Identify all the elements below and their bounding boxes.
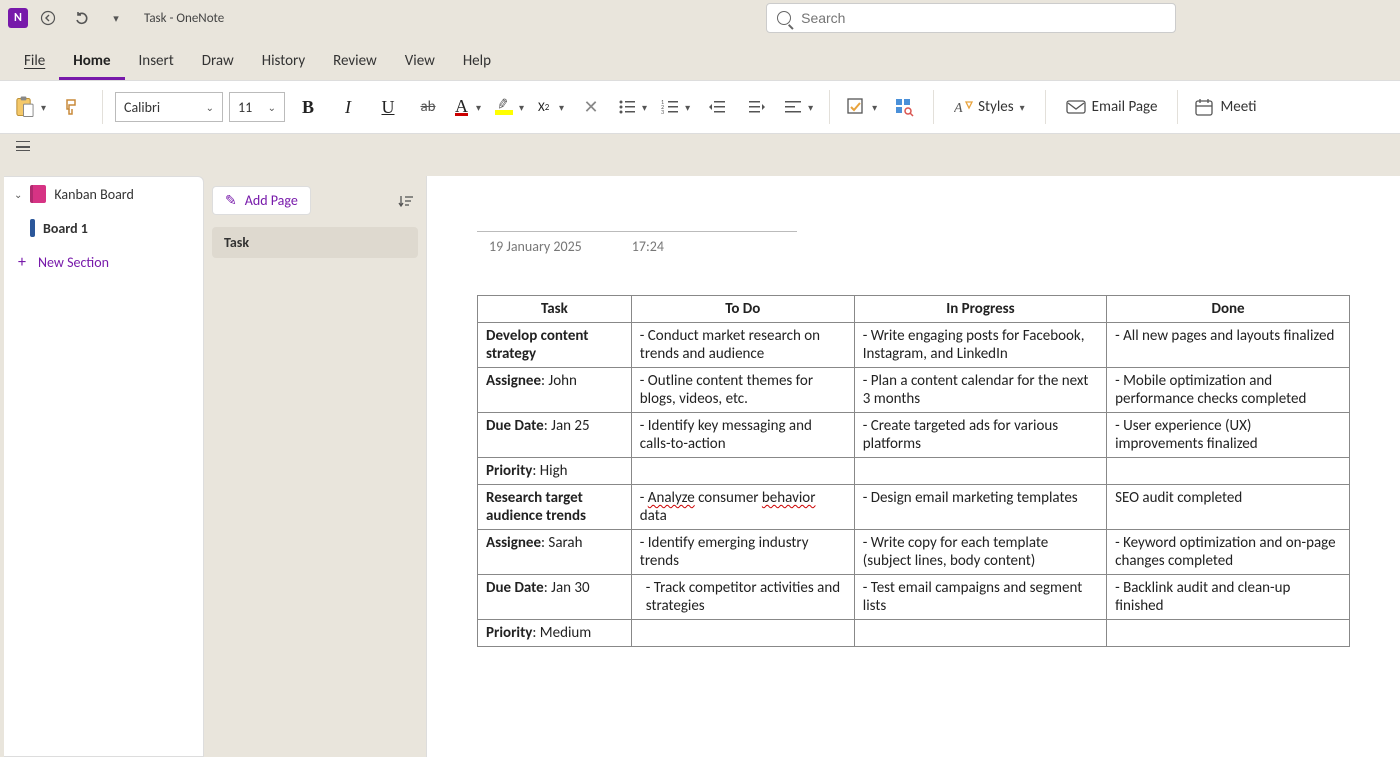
styles-label: Styles [978, 98, 1013, 116]
subscript-button[interactable]: X2▾ [534, 90, 568, 124]
note-canvas[interactable]: 19 January 2025 17:24 Task To Do In Prog… [426, 176, 1400, 757]
font-size-combo[interactable]: 11⌄ [229, 92, 285, 122]
undo-button[interactable] [68, 4, 96, 32]
tab-history[interactable]: History [248, 42, 319, 80]
tag-button[interactable]: ▾ [842, 90, 881, 124]
align-button[interactable]: ▾ [780, 90, 817, 124]
plus-icon: + [14, 253, 30, 272]
ribbon-divider [102, 90, 103, 124]
title-bar: ▾ Task - OneNote [0, 0, 1400, 36]
tab-view[interactable]: View [391, 42, 449, 80]
page-list: ✎ Add Page Task [204, 176, 426, 757]
search-icon [777, 11, 791, 25]
indent-button[interactable] [740, 90, 774, 124]
table-row[interactable]: Due Date: Jan 25 - Identify key messagin… [478, 413, 1350, 458]
svg-text:A: A [954, 101, 963, 116]
section-name: Board 1 [43, 220, 88, 237]
styles-button[interactable]: A Styles▾ [946, 90, 1033, 124]
table-row[interactable]: Research target audience trends - Analyz… [478, 485, 1350, 530]
page-meta: 19 January 2025 17:24 [477, 238, 1350, 255]
italic-button[interactable]: I [331, 90, 365, 124]
page-title-input[interactable] [477, 206, 797, 232]
col-header-done[interactable]: Done [1107, 296, 1350, 323]
col-header-todo[interactable]: To Do [631, 296, 854, 323]
kanban-table[interactable]: Task To Do In Progress Done Develop cont… [477, 295, 1350, 647]
underline-button[interactable]: U [371, 90, 405, 124]
page-time: 17:24 [632, 238, 664, 255]
section-item[interactable]: Board 1 [4, 211, 203, 245]
clear-formatting-button[interactable]: ✕ [574, 90, 608, 124]
notebook-nav: ⌄ Kanban Board Board 1 + New Section [4, 176, 204, 757]
svg-text:3: 3 [661, 108, 664, 115]
highlight-button[interactable]: ▾ [491, 90, 528, 124]
table-row[interactable]: Assignee: John - Outline content themes … [478, 368, 1350, 413]
table-header-row: Task To Do In Progress Done [478, 296, 1350, 323]
sort-pages-button[interactable] [394, 189, 418, 213]
section-color-bar [30, 219, 35, 237]
font-size-value: 11 [238, 99, 252, 116]
tab-file[interactable]: File [10, 42, 59, 80]
font-color-button[interactable]: A▾ [451, 90, 485, 124]
font-name-combo[interactable]: Calibri⌄ [115, 92, 223, 122]
ribbon: ▾ Calibri⌄ 11⌄ B I U ab A▾ ▾ X2▾ ✕ ▾ 123… [0, 80, 1400, 134]
paste-button[interactable]: ▾ [10, 90, 50, 124]
nav-pane-toggle[interactable] [6, 136, 40, 156]
ribbon-divider [829, 90, 830, 124]
table-row[interactable]: Due Date: Jan 30 - Track competitor acti… [478, 575, 1350, 620]
body: ⌄ Kanban Board Board 1 + New Section ✎ A… [0, 158, 1400, 757]
chevron-down-icon: ⌄ [14, 188, 22, 201]
new-section-button[interactable]: + New Section [4, 245, 203, 280]
add-page-icon: ✎ [225, 192, 237, 209]
col-header-inprogress[interactable]: In Progress [854, 296, 1106, 323]
table-row[interactable]: Priority: Medium [478, 620, 1350, 647]
page-item[interactable]: Task [212, 227, 418, 258]
meeting-button[interactable]: Meeti [1190, 90, 1260, 124]
numbered-list-button[interactable]: 123▾ [657, 90, 694, 124]
add-page-label: Add Page [245, 192, 298, 209]
format-painter-button[interactable] [56, 90, 90, 124]
search-input[interactable] [799, 9, 1165, 27]
meeting-label: Meeti [1220, 98, 1256, 116]
back-button[interactable] [34, 4, 62, 32]
table-row[interactable]: Priority: High [478, 458, 1350, 485]
notebook-icon [30, 185, 46, 203]
table-row[interactable]: Assignee: Sarah - Identify emerging indu… [478, 530, 1350, 575]
tab-review[interactable]: Review [319, 42, 391, 80]
outdent-button[interactable] [700, 90, 734, 124]
bullet-list-button[interactable]: ▾ [614, 90, 651, 124]
tab-draw[interactable]: Draw [188, 42, 248, 80]
tab-help[interactable]: Help [449, 42, 505, 80]
new-section-label: New Section [38, 254, 109, 271]
notebook-name: Kanban Board [54, 186, 133, 203]
onenote-app-icon [8, 8, 28, 28]
col-header-task[interactable]: Task [478, 296, 632, 323]
ribbon-divider [933, 90, 934, 124]
page-date: 19 January 2025 [489, 238, 582, 255]
hamburger-icon [16, 141, 30, 151]
email-page-label: Email Page [1092, 98, 1158, 116]
table-row[interactable]: Develop content strategy - Conduct marke… [478, 323, 1350, 368]
strikethrough-button[interactable]: ab [411, 90, 445, 124]
add-page-button[interactable]: ✎ Add Page [212, 186, 311, 215]
ribbon-divider [1177, 90, 1178, 124]
menu-tabs: File Home Insert Draw History Review Vie… [0, 36, 1400, 80]
ribbon-divider [1045, 90, 1046, 124]
tab-insert[interactable]: Insert [125, 42, 188, 80]
search-box[interactable] [766, 3, 1176, 33]
email-page-button[interactable]: Email Page [1058, 90, 1166, 124]
panel-toggle-row [0, 134, 1400, 158]
font-name-value: Calibri [124, 99, 160, 116]
notebook-item[interactable]: ⌄ Kanban Board [4, 177, 203, 211]
qat-customize-button[interactable]: ▾ [102, 4, 130, 32]
bold-button[interactable]: B [291, 90, 325, 124]
tab-home[interactable]: Home [59, 42, 124, 80]
find-tags-button[interactable] [887, 90, 921, 124]
window-title: Task - OneNote [144, 11, 224, 26]
